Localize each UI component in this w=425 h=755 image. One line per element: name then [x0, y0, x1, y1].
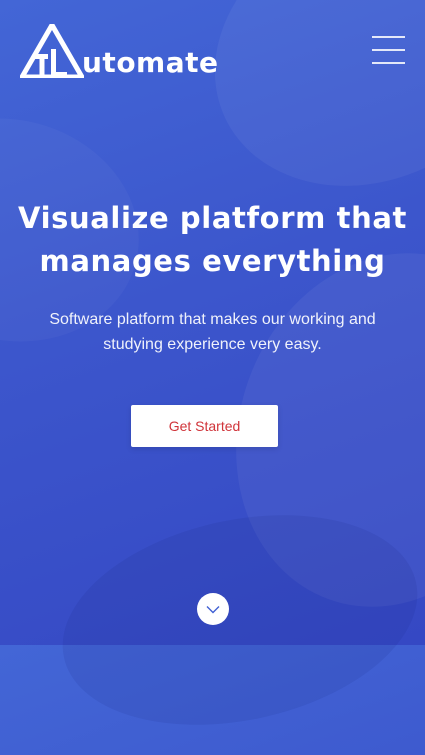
headline-line-2: manages everything — [39, 244, 386, 278]
hamburger-menu-icon[interactable] — [372, 36, 406, 64]
background-shape — [43, 484, 425, 755]
menu-line — [372, 36, 405, 38]
headline-line-1: Visualize platform that — [18, 201, 407, 235]
menu-line — [372, 62, 405, 64]
get-started-button[interactable]: Get Started — [131, 405, 278, 447]
chevron-down-icon — [206, 605, 220, 613]
scroll-down-button[interactable] — [197, 593, 229, 625]
menu-line — [372, 49, 405, 51]
hero-headline: Visualize platform that manages everythi… — [0, 197, 425, 283]
hero-subtext: Software platform that makes our working… — [49, 311, 376, 353]
logo[interactable]: utomate — [20, 24, 219, 78]
logo-a-icon — [20, 24, 84, 78]
logo-text: utomate — [82, 46, 219, 79]
